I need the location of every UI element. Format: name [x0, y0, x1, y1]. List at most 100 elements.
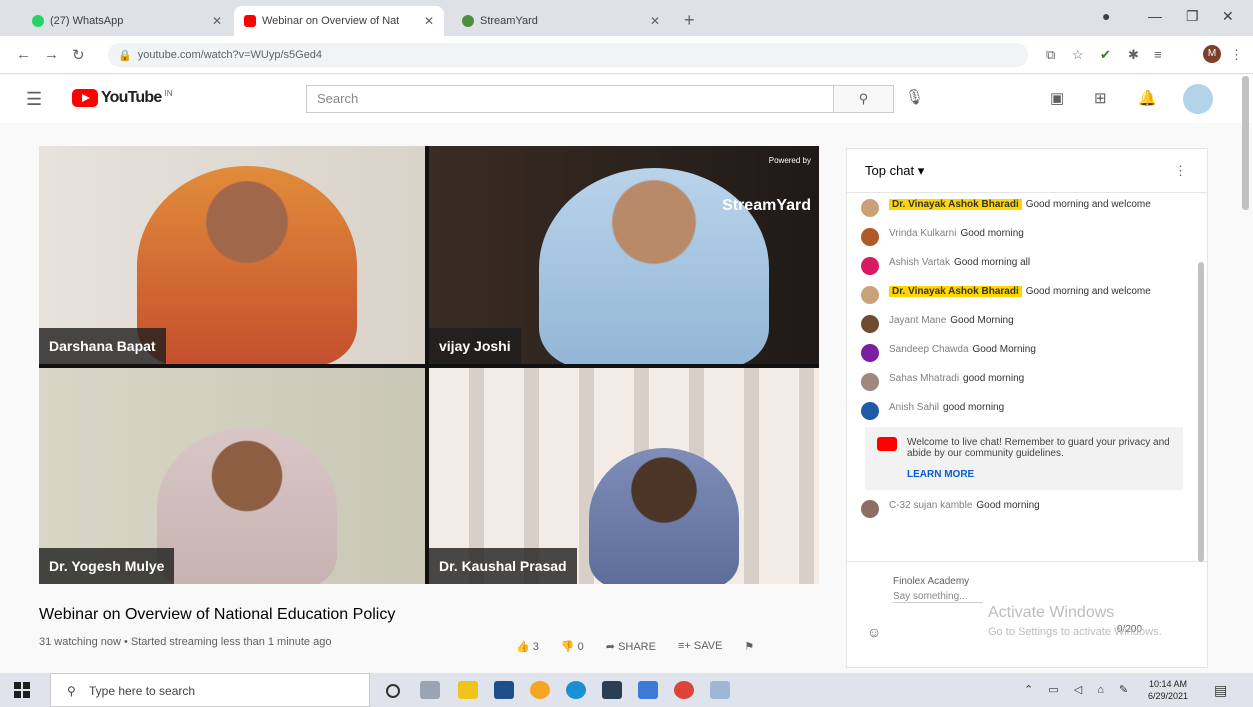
edge-icon[interactable]	[566, 681, 586, 699]
chat-author[interactable]: C-32 sujan kamble	[889, 500, 972, 511]
chrome-alt-icon[interactable]	[530, 681, 550, 699]
chat-header[interactable]: Top chat ▾ ⋮	[847, 149, 1207, 193]
cortana-icon[interactable]	[386, 684, 400, 698]
chat-text: Good Morning	[972, 344, 1036, 355]
avatar	[861, 228, 879, 246]
save-label: SAVE	[693, 640, 723, 652]
chat-author[interactable]: Sahas Mhatradi	[889, 373, 959, 384]
chat-message: C-32 sujan kamble Good morning	[861, 494, 1207, 523]
learn-more-link[interactable]: LEARN MORE	[907, 469, 1171, 480]
video-title: Webinar on Overview of National Educatio…	[39, 606, 396, 623]
address-bar[interactable]: 🔒 youtube.com/watch?v=WUyp/s5Ged4	[108, 43, 1028, 67]
like-button[interactable]: 👍 3	[516, 640, 539, 653]
streamyard-icon	[462, 15, 474, 27]
close-icon[interactable]: ✕	[424, 14, 434, 28]
chat-author[interactable]: Jayant Mane	[889, 315, 946, 326]
share-button[interactable]: ➦ SHARE	[606, 640, 656, 653]
youtube-icon	[877, 437, 897, 451]
puzzle-icon[interactable]: ✱	[1128, 47, 1139, 63]
playlist-add-icon: ≡+	[677, 640, 691, 652]
maximize-icon[interactable]: ❐	[1186, 8, 1199, 25]
save-button[interactable]: ≡+ SAVE	[678, 640, 722, 653]
chat-welcome-notice: Welcome to live chat! Remember to guard …	[865, 427, 1183, 490]
participant-video	[137, 166, 357, 364]
chat-text: good morning	[963, 373, 1025, 384]
like-count: 3	[532, 641, 539, 653]
check-extension-icon[interactable]: ✔	[1100, 47, 1111, 63]
chat-message-list: Dr. Vinayak Ashok Bharadi Good morning an…	[847, 193, 1207, 523]
page-scrollbar[interactable]	[1242, 76, 1249, 210]
dislike-button[interactable]: 👎 0	[561, 640, 584, 653]
tab-whatsapp[interactable]: (27) WhatsApp ✕	[22, 6, 232, 36]
search-button[interactable]: ⚲	[834, 85, 894, 113]
browser-toolbar: ← → ↻ 🔒 youtube.com/watch?v=WUyp/s5Ged4 …	[0, 36, 1253, 74]
system-tray[interactable]: ⌃ ▭ ◁ ⌂ ✎	[1024, 683, 1134, 696]
app-icon[interactable]	[638, 681, 658, 699]
watermark-title: Activate Windows	[988, 604, 1115, 621]
forward-icon[interactable]: →	[44, 46, 59, 63]
notification-center-icon[interactable]: ▤	[1214, 682, 1227, 699]
chat-author[interactable]: Vrinda Kulkarni	[889, 228, 956, 239]
chat-text: Good morning and welcome	[1025, 199, 1151, 210]
chat-scrollbar[interactable]	[1198, 262, 1204, 562]
youtube-logo[interactable]: YouTube IN	[72, 89, 172, 107]
chat-message: Jayant Mane Good Morning	[861, 309, 1207, 338]
account-avatar[interactable]	[1183, 84, 1213, 114]
chat-author[interactable]: Dr. Vinayak Ashok Bharadi	[889, 199, 1022, 210]
create-video-icon[interactable]: ▣	[1050, 89, 1064, 107]
app-icon[interactable]	[602, 681, 622, 699]
hamburger-menu-icon[interactable]: ☰	[26, 89, 42, 110]
chat-text: Good morning	[976, 500, 1040, 511]
close-window-icon[interactable]: ✕	[1222, 8, 1234, 25]
emoji-icon[interactable]: ☺	[867, 624, 881, 640]
minimize-icon[interactable]: —	[1148, 8, 1162, 24]
live-chat-panel: Top chat ▾ ⋮ Dr. Vinayak Ashok Bharadi Go…	[846, 148, 1208, 668]
avatar	[861, 315, 879, 333]
close-icon[interactable]: ✕	[212, 14, 222, 28]
apps-grid-icon[interactable]: ⊞	[1094, 89, 1107, 107]
system-clock[interactable]: 10:14 AM 6/29/2021	[1148, 678, 1188, 702]
avatar	[861, 199, 879, 217]
bookmark-star-icon[interactable]: ☆	[1072, 47, 1084, 63]
taskbar-search[interactable]: ⚲ Type here to search	[50, 673, 370, 707]
chat-author[interactable]: Dr. Vinayak Ashok Bharadi	[889, 286, 1022, 297]
extension-icon[interactable]: ⧉	[1046, 47, 1055, 63]
back-icon[interactable]: ←	[16, 46, 31, 63]
kebab-menu-icon[interactable]: ⋮	[1230, 47, 1243, 63]
lock-icon: 🔒	[118, 49, 132, 62]
participant-tile: Dr. Yogesh Mulye	[39, 368, 425, 584]
task-view-icon[interactable]	[420, 681, 440, 699]
close-icon[interactable]: ✕	[650, 14, 660, 28]
new-tab-button[interactable]: +	[684, 10, 695, 31]
youtube-header: ☰ YouTube IN Search ⚲ 🎙 ▣ ⊞ 🔔	[0, 75, 1253, 123]
report-flag-icon[interactable]: ⚑	[744, 640, 754, 653]
tab-streamyard[interactable]: StreamYard ✕	[452, 6, 670, 36]
kebab-menu-icon[interactable]: ⋮	[1174, 163, 1187, 179]
top-chat-selector[interactable]: Top chat ▾	[865, 163, 924, 178]
tab-title: StreamYard	[480, 15, 538, 27]
share-arrow-icon: ➦	[605, 641, 615, 653]
logo-region: IN	[164, 89, 173, 98]
microphone-icon[interactable]: 🎙	[905, 88, 924, 106]
participant-video	[589, 448, 739, 584]
windows-start-icon[interactable]	[14, 682, 30, 698]
chat-message-input[interactable]: Say something...	[893, 591, 983, 603]
app-icon[interactable]	[710, 681, 730, 699]
playlist-icon[interactable]: ≡	[1154, 47, 1162, 62]
notifications-bell-icon[interactable]: 🔔	[1138, 89, 1157, 107]
chrome-icon[interactable]	[674, 681, 694, 699]
reload-icon[interactable]: ↻	[72, 46, 85, 64]
streamyard-badge: Powered by StreamYard	[722, 156, 811, 215]
chat-author[interactable]: Anish Sahil	[889, 402, 939, 413]
chat-message: Dr. Vinayak Ashok Bharadi Good morning an…	[861, 280, 1207, 309]
search-input[interactable]: Search	[306, 85, 834, 113]
profile-avatar[interactable]: M	[1203, 45, 1221, 63]
mail-icon[interactable]	[494, 681, 514, 699]
video-player[interactable]: Darshana Bapat Powered by StreamYard vij…	[39, 146, 819, 584]
chat-author[interactable]: Sandeep Chawda	[889, 344, 969, 355]
tab-webinar[interactable]: Webinar on Overview of Nat ✕	[234, 6, 444, 36]
chat-author[interactable]: Ashish Vartak	[889, 257, 950, 268]
taskbar-search-text: Type here to search	[89, 684, 196, 698]
file-explorer-icon[interactable]	[458, 681, 478, 699]
record-icon[interactable]: ●	[1102, 8, 1110, 24]
